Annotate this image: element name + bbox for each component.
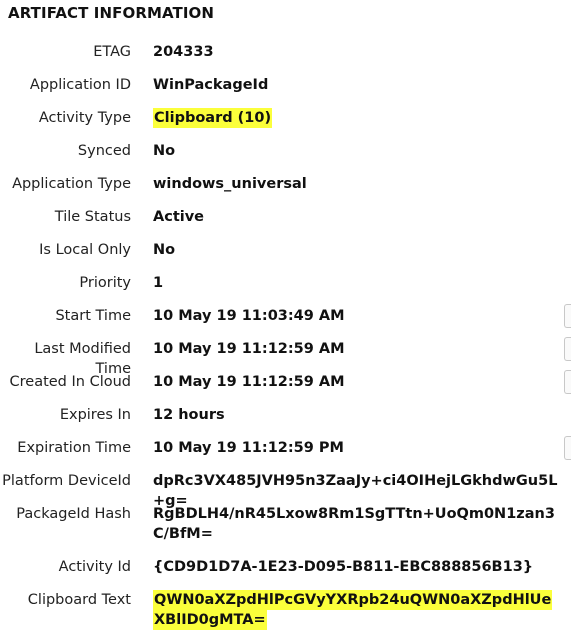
field-label-activity-type: Activity Type [38,110,131,126]
field-value-activity-type-wrap: Clipboard (10) [153,102,558,128]
field-value-activity-type: Clipboard (10) [153,108,273,128]
field-label-application-type: Application Type [12,176,131,192]
field-value-tile-status: Active [153,209,205,225]
field-label-clipboard-text: Clipboard Text [27,592,131,608]
field-row-priority: Priority 1 [0,267,571,300]
field-label-created-in-cloud: Created In Cloud [9,374,132,390]
field-label-activity-id: Activity Id [58,559,131,575]
field-row-created-in-cloud: Created In Cloud 10 May 19 11:12:59 AM [0,366,571,399]
field-row-expiration-time: Expiration Time 10 May 19 11:12:59 PM [0,432,571,465]
field-label-synced: Synced [77,143,131,159]
section-title: ARTIFACT INFORMATION [8,4,215,22]
field-label-platform-deviceid: Platform DeviceId [2,473,131,489]
field-value-is-local-only: No [153,242,176,258]
field-row-activity-id: Activity Id {CD9D1D7A-1E23-D095-B811-EBC… [0,551,571,584]
field-value-etag: 204333 [153,44,214,60]
field-label-etag: ETAG [93,44,131,60]
field-row-platform-deviceid: Platform DeviceId dpRc3VX485JVH95n3ZaaJy… [0,465,571,509]
field-row-is-local-only: Is Local Only No [0,234,571,267]
field-row-packageid-hash: PackageId Hash RgBDLH4/nR45Lxow8Rm1SgTTt… [0,498,571,551]
field-value-start-time: 10 May 19 11:03:49 AM [153,308,345,324]
field-label-start-time: Start Time [55,308,131,324]
field-row-tile-status: Tile Status Active [0,201,571,234]
field-value-packageid-hash: RgBDLH4/nR45Lxow8Rm1SgTTtn+UoQm0N1zan3C/… [153,506,555,542]
field-label-tile-status: Tile Status [54,209,131,225]
field-row-last-modified-time: Last Modified Time 10 May 19 11:12:59 AM [0,333,571,377]
field-value-activity-id: {CD9D1D7A-1E23-D095-B811-EBC888856B13} [153,559,534,575]
field-value-application-id: WinPackageId [153,77,269,93]
copy-button-stub[interactable] [564,436,571,460]
field-label-packageid-hash: PackageId Hash [16,506,131,522]
copy-button-stub[interactable] [564,304,571,328]
field-value-created-in-cloud: 10 May 19 11:12:59 AM [153,374,345,390]
field-row-etag: ETAG 204333 [0,36,571,69]
field-value-clipboard-text-wrap: QWN0aXZpdHlPcGVyYXRpb24uQWN0aXZpdHlUeXBl… [153,584,558,630]
field-value-clipboard-text: QWN0aXZpdHlPcGVyYXRpb24uQWN0aXZpdHlUeXBl… [153,590,553,630]
field-row-application-id: Application ID WinPackageId [0,69,571,102]
field-label-priority: Priority [79,275,131,291]
field-value-last-modified-time: 10 May 19 11:12:59 AM [153,341,345,357]
field-row-expires-in: Expires In 12 hours [0,399,571,432]
artifact-fields: ETAG 204333 Application ID WinPackageId … [0,36,571,637]
field-value-application-type: windows_universal [153,176,307,192]
field-label-application-id: Application ID [29,77,131,93]
artifact-information-panel: ARTIFACT INFORMATION ETAG 204333 Applica… [0,0,571,640]
field-label-expires-in: Expires In [59,407,131,423]
field-row-clipboard-text: Clipboard Text QWN0aXZpdHlPcGVyYXRpb24uQ… [0,584,571,637]
field-value-expiration-time: 10 May 19 11:12:59 PM [153,440,344,456]
field-row-start-time: Start Time 10 May 19 11:03:49 AM [0,300,571,333]
field-value-synced: No [153,143,176,159]
field-label-expiration-time: Expiration Time [17,440,131,456]
field-value-expires-in: 12 hours [153,407,225,423]
copy-button-stub[interactable] [564,337,571,361]
field-row-application-type: Application Type windows_universal [0,168,571,201]
field-row-activity-type: Activity Type Clipboard (10) [0,102,571,135]
copy-button-stub[interactable] [564,370,571,394]
field-value-priority: 1 [153,275,164,291]
field-label-is-local-only: Is Local Only [39,242,131,258]
field-row-synced: Synced No [0,135,571,168]
